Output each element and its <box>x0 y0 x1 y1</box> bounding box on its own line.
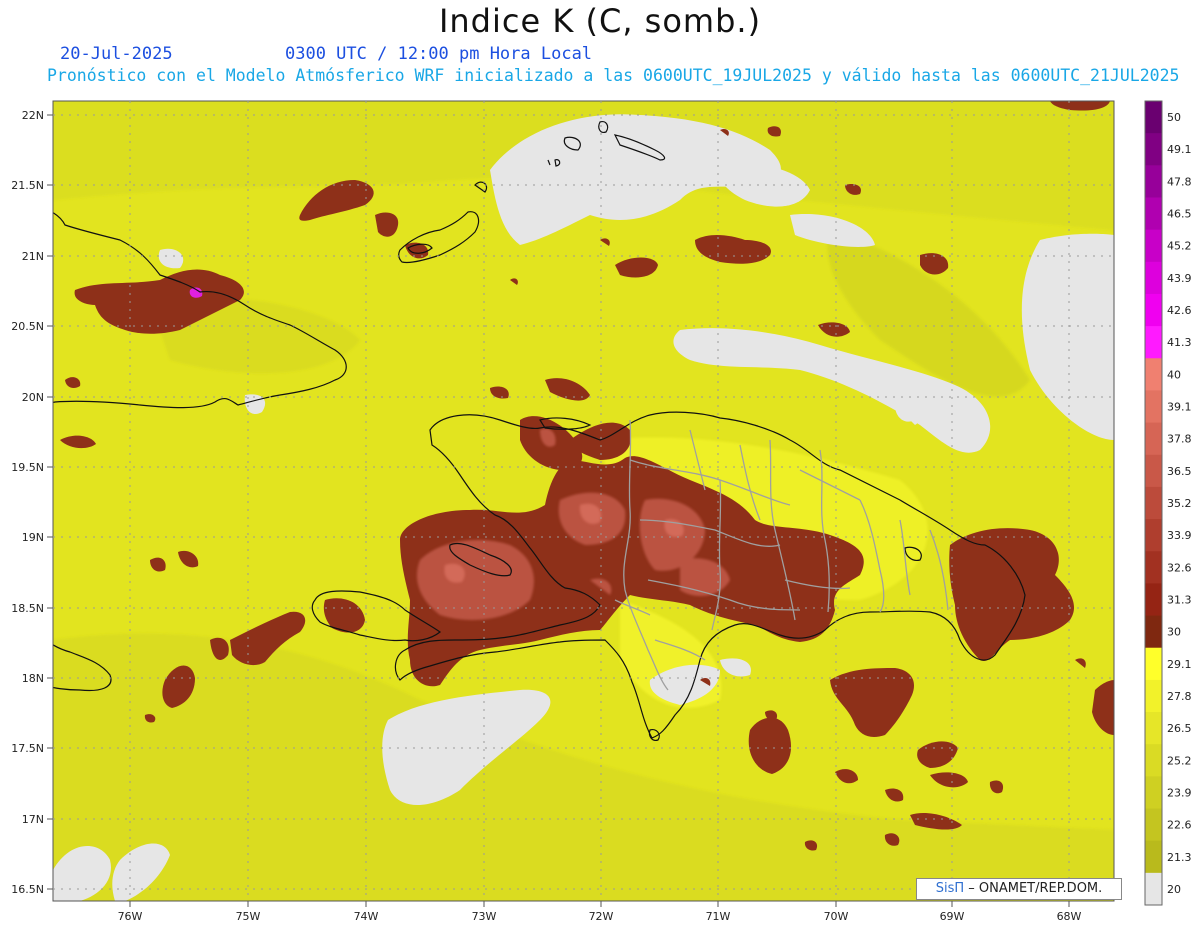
lat-labels: 22N 21.5N 21N 20.5N 20N 19.5N 19N 18.5N … <box>11 109 44 896</box>
lon-label: 75W <box>236 910 261 923</box>
colorbar-label: 29.1 <box>1167 658 1192 671</box>
colorbar-label: 30 <box>1167 626 1181 639</box>
colorbar-swatch <box>1145 133 1162 166</box>
lat-label: 21N <box>22 250 44 263</box>
colorbar-swatch <box>1145 390 1162 424</box>
colorbar-label: 31.3 <box>1167 593 1192 606</box>
lon-label: 76W <box>118 910 143 923</box>
colorbar-swatch <box>1145 165 1162 198</box>
colorbar-swatch <box>1145 358 1162 391</box>
colorbar-label: 41.3 <box>1167 336 1192 349</box>
colorbar-swatch <box>1145 647 1162 681</box>
colorbar-swatch <box>1145 519 1162 552</box>
lat-label: 18N <box>22 672 44 685</box>
colorbar-label: 21.3 <box>1167 851 1192 864</box>
colorbar-label: 36.5 <box>1167 465 1192 478</box>
colorbar-swatch <box>1145 551 1162 584</box>
colorbar-label: 20 <box>1167 883 1181 896</box>
colorbar-label: 45.2 <box>1167 240 1192 253</box>
colorbar-swatch <box>1145 679 1162 713</box>
lat-label: 18.5N <box>11 602 44 615</box>
lat-label: 20.5N <box>11 320 44 333</box>
credit-text: – ONAMET/REP.DOM. <box>964 881 1103 896</box>
colorbar-label: 27.8 <box>1167 690 1192 703</box>
colorbar-label: 33.9 <box>1167 529 1192 542</box>
colorbar-label: 25.2 <box>1167 754 1192 767</box>
colorbar-swatch <box>1145 326 1162 359</box>
colorbar-label: 32.6 <box>1167 561 1192 574</box>
colorbar-label: 39.1 <box>1167 401 1192 414</box>
colorbar-label: 37.8 <box>1167 433 1192 446</box>
colorbar-swatch <box>1145 808 1162 842</box>
colorbar-swatch <box>1145 293 1162 327</box>
colorbar-label: 35.2 <box>1167 497 1192 510</box>
credit-box: SisΠ – ONAMET/REP.DOM. <box>916 878 1122 900</box>
colorbar-swatch <box>1145 583 1162 617</box>
colorbar-label: 40 <box>1167 368 1181 381</box>
colorbar-swatch <box>1145 776 1162 810</box>
colorbar-swatch <box>1145 486 1162 520</box>
forecast-time: 0300 UTC / 12:00 pm Hora Local <box>285 44 593 64</box>
colorbar-swatch <box>1145 615 1162 649</box>
chart-title: Indice K (C, somb.) <box>438 2 762 40</box>
colorbar-swatch <box>1145 872 1162 906</box>
lat-label: 19.5N <box>11 461 44 474</box>
lat-label: 17N <box>22 813 44 826</box>
forecast-date: 20-Jul-2025 <box>60 44 173 64</box>
lat-label: 20N <box>22 391 44 404</box>
colorbar-label: 47.8 <box>1167 175 1192 188</box>
lon-label: 73W <box>472 910 497 923</box>
colorbar-label: 23.9 <box>1167 786 1192 799</box>
lat-label: 21.5N <box>11 179 44 192</box>
map-figure: 22N 21.5N 21N 20.5N 20N 19.5N 19N 18.5N … <box>11 100 1192 923</box>
colorbar-label: 26.5 <box>1167 722 1192 735</box>
lon-label: 72W <box>589 910 614 923</box>
lat-label: 16.5N <box>11 883 44 896</box>
lat-label: 17.5N <box>11 742 44 755</box>
colorbar-swatch <box>1145 229 1162 263</box>
colorbar-swatch <box>1145 840 1162 874</box>
colorbar-swatch <box>1145 101 1162 134</box>
colorbar-label: 43.9 <box>1167 272 1192 285</box>
colorbar-swatch <box>1145 422 1162 456</box>
colorbar-label: 42.6 <box>1167 304 1192 317</box>
colorbar-swatch <box>1145 197 1162 231</box>
credit-brand: SisΠ <box>935 881 965 896</box>
colorbar-swatch <box>1145 454 1162 488</box>
lat-label: 22N <box>22 109 44 122</box>
lon-labels: 76W 75W 74W 73W 72W 71W 70W 69W 68W <box>118 910 1082 923</box>
colorbar-swatch <box>1145 261 1162 295</box>
lon-label: 71W <box>706 910 731 923</box>
colorbar-swatch <box>1145 712 1162 745</box>
colorbar-label: 50 <box>1167 111 1181 124</box>
colorbar-label: 46.5 <box>1167 208 1192 221</box>
lat-label: 19N <box>22 531 44 544</box>
colorbar-label: 49.1 <box>1167 143 1192 156</box>
lon-label: 69W <box>940 910 965 923</box>
colorbar-label: 22.6 <box>1167 819 1192 832</box>
colorbar: 50 49.1 47.8 46.5 45.2 43.9 42.6 41.3 40 39.1 37.8… <box>1144 100 1192 906</box>
lon-label: 70W <box>824 910 849 923</box>
lon-label: 74W <box>354 910 379 923</box>
colorbar-swatch <box>1145 744 1162 777</box>
lon-label: 68W <box>1057 910 1082 923</box>
forecast-subtitle: Pronóstico con el Modelo Atmósferico WRF… <box>47 66 1180 85</box>
